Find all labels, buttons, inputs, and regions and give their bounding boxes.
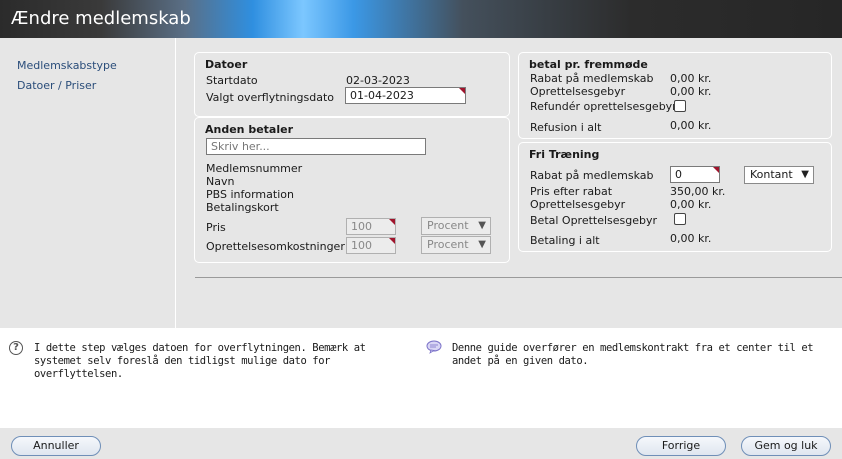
previous-button[interactable]: Forrige — [636, 436, 726, 456]
help-guide-text: Denne guide overfører en medlemskontrakt… — [452, 342, 814, 367]
datoer-panel: Datoer Startdato 02-03-2023 Valgt overfl… — [194, 52, 510, 117]
medlemsnummer-label: Medlemsnummer — [206, 162, 303, 175]
betal-fremmode-title: betal pr. fremmøde — [529, 58, 648, 71]
oprettelsesomkostninger-type-select[interactable]: Procent ▼ — [421, 236, 491, 254]
oprettelsesomkostninger-label: Oprettelsesomkostninger — [206, 240, 345, 253]
oprettelsesomkostninger-type-value: Procent — [427, 238, 469, 251]
refusion-value: 0,00 kr. — [670, 119, 712, 132]
startdato-value: 02-03-2023 — [346, 74, 410, 87]
overflytningsdato-value: 01-04-2023 — [350, 89, 414, 102]
betal-fremmode-panel: betal pr. fremmøde Rabat på medlemskab 0… — [518, 52, 832, 139]
overflytningsdato-label: Valgt overflytningsdato — [206, 91, 335, 104]
pris-field[interactable]: 100 — [346, 218, 396, 235]
required-marker-icon — [713, 167, 719, 173]
bf-oprettelsesgebyr-value: 0,00 kr. — [670, 85, 712, 98]
ft-rabat-field[interactable]: 0 — [670, 166, 720, 183]
required-marker-icon — [389, 219, 395, 225]
chevron-down-icon: ▼ — [801, 169, 809, 180]
pbs-information-label: PBS information — [206, 188, 294, 201]
step-navigation: Medlemskabstype Datoer / Priser — [0, 38, 176, 328]
ft-oprettelsesgebyr-value: 0,00 kr. — [670, 198, 712, 211]
ft-oprettelsesgebyr-label: Oprettelsesgebyr — [530, 198, 626, 211]
help-area: ? I dette step vælges datoen for overfly… — [0, 328, 842, 428]
save-and-close-button[interactable]: Gem og luk — [741, 436, 831, 456]
pris-value: 100 — [351, 220, 372, 233]
datoer-title: Datoer — [205, 58, 248, 71]
required-marker-icon — [459, 88, 465, 94]
betalingsmaade-select[interactable]: Kontant ▼ — [744, 166, 814, 184]
main-content: Datoer Startdato 02-03-2023 Valgt overfl… — [177, 38, 842, 328]
cancel-button[interactable]: Annuller — [11, 436, 101, 456]
betal-oprettelsesgebyr-checkbox[interactable] — [674, 213, 686, 225]
pris-efter-rabat-label: Pris efter rabat — [530, 185, 613, 198]
bf-oprettelsesgebyr-label: Oprettelsesgebyr — [530, 85, 626, 98]
pris-type-value: Procent — [427, 219, 469, 232]
pris-label: Pris — [206, 221, 226, 234]
fri-traening-title: Fri Træning — [529, 148, 600, 161]
anden-betaler-search-input[interactable] — [206, 138, 426, 155]
bf-rabat-value: 0,00 kr. — [670, 72, 712, 85]
navn-label: Navn — [206, 175, 235, 188]
refunder-checkbox[interactable] — [674, 100, 686, 112]
nav-item-medlemskabstype[interactable]: Medlemskabstype — [17, 59, 117, 72]
title-bar: Ændre medlemskab — [0, 0, 842, 38]
betalingsmaade-value: Kontant — [750, 168, 793, 181]
betal-oprettelsesgebyr-label: Betal Oprettelsesgebyr — [530, 214, 658, 227]
pris-type-select[interactable]: Procent ▼ — [421, 217, 491, 235]
anden-betaler-title: Anden betaler — [205, 123, 294, 136]
refusion-label: Refusion i alt — [530, 121, 602, 134]
anden-betaler-panel: Anden betaler Medlemsnummer Navn PBS inf… — [194, 117, 510, 263]
betaling-i-alt-value: 0,00 kr. — [670, 232, 712, 245]
fri-traening-panel: Fri Træning Rabat på medlemskab 0 Kontan… — [518, 142, 832, 252]
ft-rabat-label: Rabat på medlemskab — [530, 169, 654, 182]
ft-rabat-value: 0 — [675, 168, 682, 181]
overflytningsdato-field[interactable]: 01-04-2023 — [345, 87, 466, 104]
oprettelsesomkostninger-value: 100 — [351, 239, 372, 252]
window-title: Ændre medlemskab — [11, 8, 191, 29]
bf-rabat-label: Rabat på medlemskab — [530, 72, 654, 85]
help-question-icon: ? — [9, 341, 23, 355]
chat-bubble-icon — [426, 340, 442, 354]
pris-efter-rabat-value: 350,00 kr. — [670, 185, 726, 198]
startdato-label: Startdato — [206, 74, 258, 87]
chevron-down-icon: ▼ — [478, 220, 486, 231]
refunder-label: Refundér oprettelsesgebyr — [530, 100, 677, 113]
footer-bar: Annuller Forrige Gem og luk — [0, 428, 842, 459]
oprettelsesomkostninger-field[interactable]: 100 — [346, 237, 396, 254]
betalingskort-label: Betalingskort — [206, 201, 279, 214]
required-marker-icon — [389, 238, 395, 244]
betaling-i-alt-label: Betaling i alt — [530, 234, 600, 247]
nav-item-datoer-priser[interactable]: Datoer / Priser — [17, 79, 96, 92]
chevron-down-icon: ▼ — [478, 239, 486, 250]
content-divider — [195, 277, 842, 278]
help-step-text: I dette step vælges datoen for overflytn… — [34, 342, 366, 380]
